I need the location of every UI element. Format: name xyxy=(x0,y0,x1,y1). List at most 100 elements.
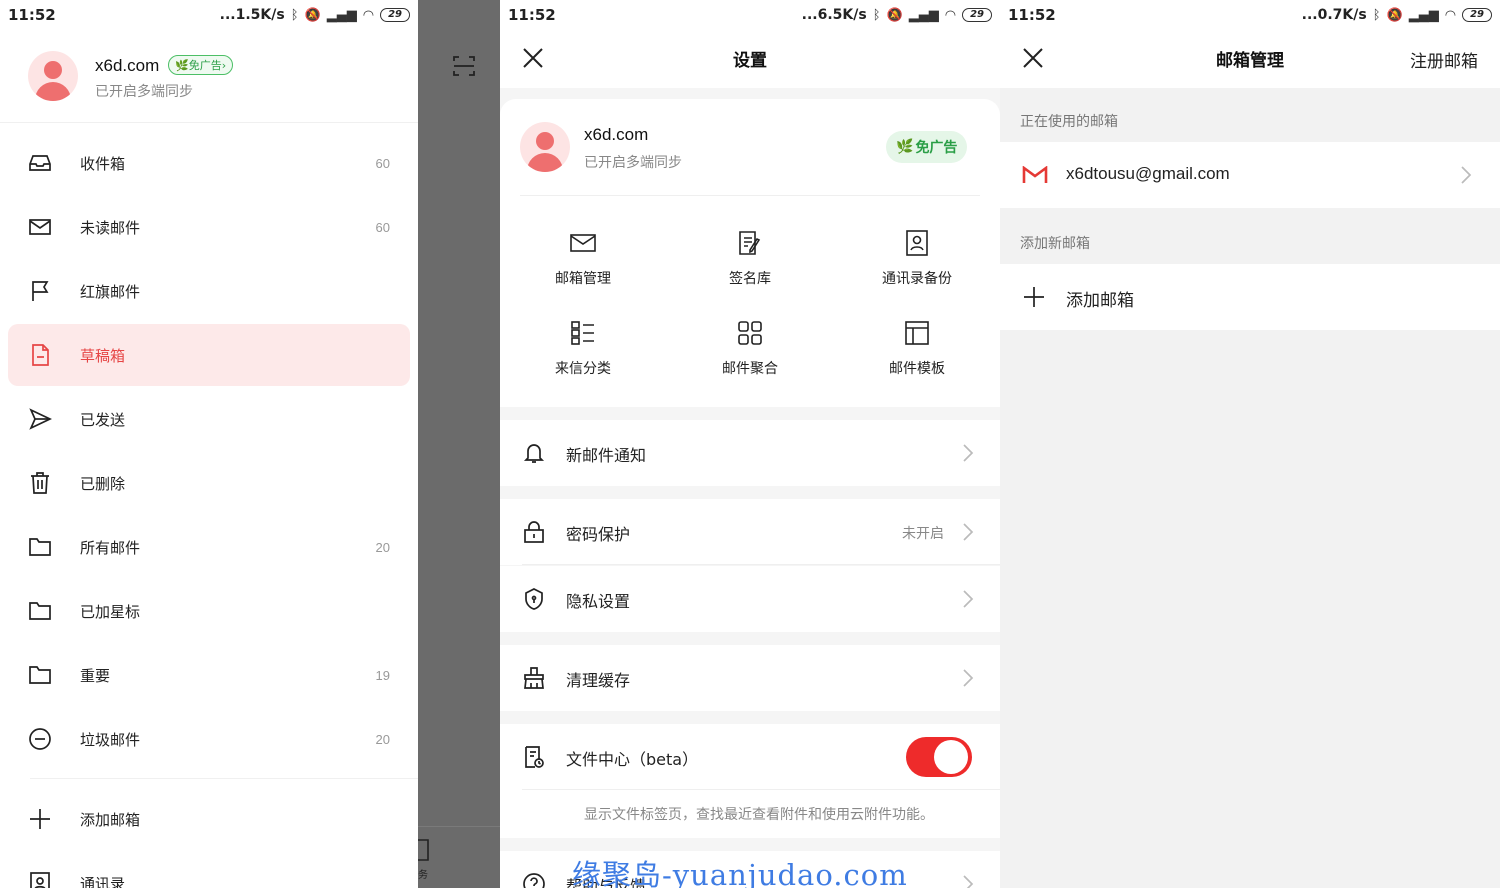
plus-icon xyxy=(30,809,50,829)
row-password-protection[interactable]: 密码保护 未开启 xyxy=(500,499,1000,565)
mailbox-icon xyxy=(570,234,596,252)
file-center-description: 显示文件标签页，查找最近查看附件和使用云附件功能。 xyxy=(500,790,1000,838)
grid-mailbox-manage[interactable]: 邮箱管理 xyxy=(503,230,663,288)
nav-label: 已发送 xyxy=(80,410,126,429)
row-privacy-settings[interactable]: 隐私设置 xyxy=(500,566,1000,632)
nav-item-important[interactable]: 重要 19 xyxy=(8,644,410,706)
network-speed: ...6.5K/s xyxy=(801,7,867,23)
folder-icon xyxy=(29,602,51,620)
chevron-right-icon xyxy=(963,590,974,608)
nav-count: 19 xyxy=(375,667,390,683)
leaf-icon: 🌿 xyxy=(896,139,914,155)
nav-item-flagged[interactable]: 红旗邮件 xyxy=(8,260,410,322)
divider xyxy=(0,122,418,123)
nav-label: 已加星标 xyxy=(80,602,141,621)
ad-free-badge[interactable]: 🌿 免广告 › xyxy=(168,55,234,75)
status-time: 11:52 xyxy=(8,6,56,24)
email-address: x6dtousu@gmail.com xyxy=(1066,164,1230,183)
battery-icon: 29 xyxy=(962,8,992,22)
password-status: 未开启 xyxy=(902,526,944,542)
account-name: x6d.com xyxy=(584,125,649,144)
scan-icon[interactable] xyxy=(452,54,476,78)
aggregate-icon xyxy=(738,321,762,345)
nav-label: 所有邮件 xyxy=(80,538,141,557)
nav-item-all-mail[interactable]: 所有邮件 20 xyxy=(8,516,410,578)
nav-label: 收件箱 xyxy=(80,154,126,173)
nav-item-inbox[interactable]: 收件箱 60 xyxy=(8,132,410,194)
battery-icon: 29 xyxy=(380,8,410,22)
bell-icon xyxy=(523,444,545,463)
signal-icon: ▂▄▆ xyxy=(908,7,939,23)
status-time: 11:52 xyxy=(1008,6,1056,24)
lock-icon xyxy=(524,521,544,543)
trash-icon xyxy=(31,472,49,494)
dim-overlay[interactable] xyxy=(418,0,500,888)
mailbox-header: 邮箱管理 注册邮箱 xyxy=(1000,30,1500,88)
nav-item-drafts[interactable]: 草稿箱 xyxy=(8,324,410,386)
grid-signature-library[interactable]: 签名库 xyxy=(670,230,830,288)
grid-sort-inbound[interactable]: 来信分类 xyxy=(503,320,663,378)
nav-label: 重要 xyxy=(80,666,111,685)
draft-icon xyxy=(32,344,49,366)
row-new-mail-notification[interactable]: 新邮件通知 xyxy=(500,420,1000,486)
file-center-toggle[interactable] xyxy=(906,737,972,777)
nav-item-contacts[interactable]: 通讯录 xyxy=(8,852,410,888)
watermark: 缘聚岛-yuanjudao.com xyxy=(572,858,908,888)
add-mailbox-button[interactable]: 添加邮箱 xyxy=(8,788,410,850)
nav-item-spam[interactable]: 垃圾邮件 20 xyxy=(8,708,410,770)
ad-free-button[interactable]: 🌿 免广告 xyxy=(886,131,968,163)
folder-icon xyxy=(29,666,51,684)
contacts-backup-icon xyxy=(906,230,928,256)
chevron-right-icon xyxy=(963,444,974,462)
divider xyxy=(522,564,1000,565)
folder-icon xyxy=(29,538,51,556)
nav-count: 60 xyxy=(375,155,390,171)
overlay-tab-label: 务 xyxy=(418,870,428,881)
shield-icon xyxy=(525,588,543,610)
envelope-icon xyxy=(29,219,51,235)
nav-count: 60 xyxy=(375,219,390,235)
nav-item-unread[interactable]: 未读邮件 60 xyxy=(8,196,410,258)
task-icon[interactable] xyxy=(418,836,432,866)
nav-item-starred[interactable]: 已加星标 xyxy=(8,580,410,642)
nav-label: 添加邮箱 xyxy=(80,810,141,829)
divider xyxy=(30,778,418,779)
broom-icon xyxy=(524,667,544,689)
chevron-right-icon xyxy=(963,523,974,541)
avatar[interactable] xyxy=(520,122,570,172)
add-mailbox-row[interactable]: 添加邮箱 xyxy=(1000,264,1500,330)
grid-contacts-backup[interactable]: 通讯录备份 xyxy=(837,230,997,288)
page-title: 设置 xyxy=(733,51,767,71)
plus-icon xyxy=(1024,287,1044,307)
inbox-icon xyxy=(29,155,51,171)
chevron-right-icon xyxy=(963,669,974,687)
leaf-icon: 🌿 xyxy=(175,58,189,72)
file-center-icon xyxy=(525,746,544,768)
mailbox-management-screen: 11:52 ...0.7K/s ᛒ 🔕 ▂▄▆ ◠ 29 邮箱管理 注册邮箱 正… xyxy=(1000,0,1500,888)
overlay-divider xyxy=(418,826,500,827)
sync-status: 已开启多端同步 xyxy=(584,155,682,171)
row-file-center: 文件中心（beta） xyxy=(500,724,1000,790)
nav-label: 已删除 xyxy=(80,474,126,493)
nav-item-sent[interactable]: 已发送 xyxy=(8,388,410,450)
divider xyxy=(520,195,980,196)
row-clear-cache[interactable]: 清理缓存 xyxy=(500,645,1000,711)
network-speed: ...1.5K/s xyxy=(219,7,285,23)
nav-label: 未读邮件 xyxy=(80,218,141,237)
template-icon xyxy=(905,321,929,345)
sort-icon xyxy=(571,321,594,345)
chevron-right-icon xyxy=(1461,166,1472,184)
avatar[interactable] xyxy=(28,51,78,101)
register-mailbox-button[interactable]: 注册邮箱 xyxy=(1410,47,1478,72)
grid-mail-aggregate[interactable]: 邮件聚合 xyxy=(670,320,830,378)
status-bar: 11:52 ...6.5K/s ᛒ 🔕 ▂▄▆ ◠ 29 xyxy=(500,0,1000,30)
mailbox-row-gmail[interactable]: x6dtousu@gmail.com xyxy=(1000,142,1500,208)
grid-mail-template[interactable]: 邮件模板 xyxy=(837,320,997,378)
mute-icon: 🔕 xyxy=(1386,7,1403,23)
nav-label: 通讯录 xyxy=(80,874,126,888)
settings-header: 设置 xyxy=(500,30,1000,88)
nav-count: 20 xyxy=(375,539,390,555)
nav-item-deleted[interactable]: 已删除 xyxy=(8,452,410,514)
wifi-icon: ◠ xyxy=(362,7,375,23)
contacts-icon xyxy=(30,872,50,888)
